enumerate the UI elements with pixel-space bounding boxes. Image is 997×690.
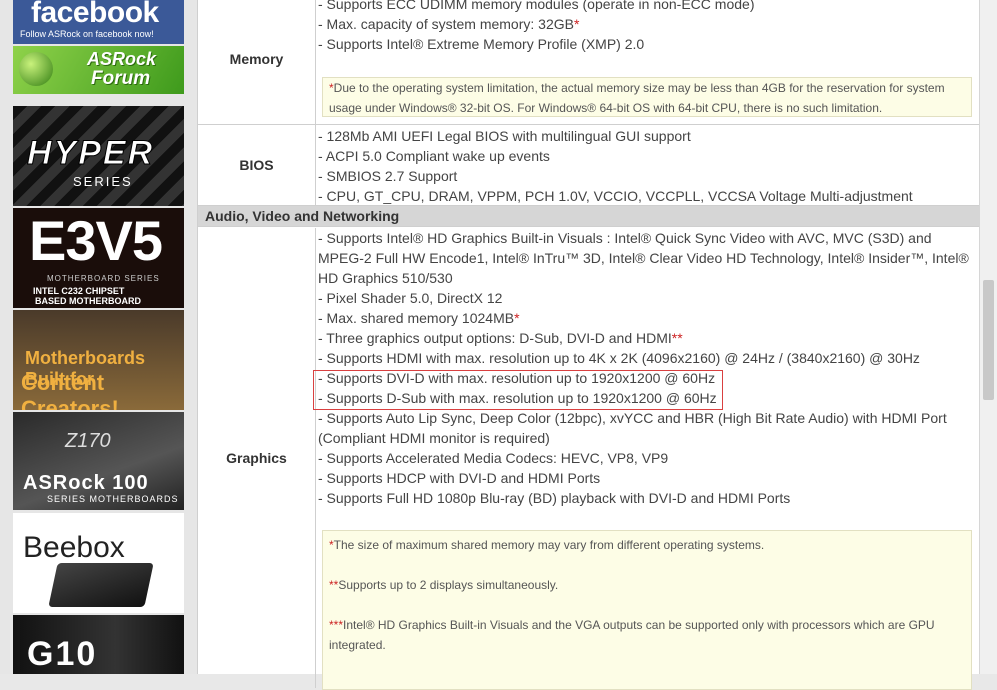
forum-label: Forum [91, 68, 151, 89]
footnote-star: * [573, 16, 580, 32]
e3v5-series: MOTHERBOARD SERIES [47, 274, 160, 283]
memory-values: - Supports ECC UDIMM memory modules (ope… [316, 0, 980, 124]
facebook-subtitle: Follow ASRock on facebook now! [20, 29, 154, 39]
z170-subtitle: SERIES MOTHERBOARDS [47, 494, 179, 504]
bios-values: - 128Mb AMI UEFI Legal BIOS with multili… [316, 125, 980, 205]
graphics-note-3: ***Intel® HD Graphics Built-in Visuals a… [329, 618, 935, 632]
bios-row: BIOS - 128Mb AMI UEFI Legal BIOS with mu… [198, 125, 980, 206]
graphics-line: (Compliant HDMI monitor is required) [318, 430, 550, 446]
e3v5-banner[interactable]: E3V5 MOTHERBOARD SERIES INTEL C232 CHIPS… [13, 208, 184, 308]
graphics-line: - Supports HDMI with max. resolution up … [318, 350, 920, 366]
e3v5-chipset: INTEL C232 CHIPSET [33, 286, 125, 296]
memory-note-line1: *Due to the operating system limitation,… [329, 81, 945, 95]
scrollbar-thumb[interactable] [983, 280, 994, 400]
spec-table: Memory - Supports ECC UDIMM memory modul… [197, 0, 981, 690]
e3v5-title: E3V5 [29, 209, 163, 272]
bios-line: - ACPI 5.0 Compliant wake up events [318, 148, 550, 164]
content-line2: Content Creators! [21, 370, 119, 410]
graphics-line: - Supports HDCP with DVI-D and HDMI Port… [318, 470, 601, 486]
graphics-line: - Supports Intel® HD Graphics Built-in V… [318, 230, 932, 246]
z170-banner[interactable]: Z170 ASRock 100 SERIES MOTHERBOARDS [13, 412, 184, 510]
memory-label: Memory [198, 0, 316, 124]
graphics-row: Graphics - Supports Intel® HD Graphics B… [198, 228, 980, 690]
highlight-box [313, 370, 723, 410]
memory-line: - Supports ECC UDIMM memory modules (ope… [318, 0, 755, 12]
left-sidebar: facebook Follow ASRock on facebook now! … [0, 0, 197, 674]
graphics-note-3-cont: integrated. [329, 638, 386, 652]
beebox-title: Beebox [23, 531, 125, 564]
g10-title: G10 [27, 635, 98, 673]
bios-line: - 128Mb AMI UEFI Legal BIOS with multili… [318, 128, 691, 144]
graphics-note-2: **Supports up to 2 displays simultaneous… [329, 578, 559, 592]
section-audio-video-networking: Audio, Video and Networking [198, 206, 980, 227]
memory-line: - Supports Intel® Extreme Memory Profile… [318, 36, 645, 52]
facebook-logo-text: facebook [31, 0, 159, 29]
forum-brand: ASRock [87, 49, 157, 69]
e3v5-based: BASED MOTHERBOARD [35, 296, 142, 306]
memory-note-line2: usage under Windows® 32-bit OS. For Wind… [329, 101, 883, 115]
g10-banner[interactable]: G10 [13, 615, 184, 674]
facebook-banner[interactable]: facebook Follow ASRock on facebook now! [13, 0, 184, 44]
graphics-line: - Supports Accelerated Media Codecs: HEV… [318, 450, 669, 466]
graphics-line: - Pixel Shader 5.0, DirectX 12 [318, 290, 503, 306]
graphics-note-1: *The size of maximum shared memory may v… [329, 538, 765, 552]
footnote-star: ** [671, 330, 683, 346]
content-creators-banner[interactable]: Motherboards Built for Content Creators! [13, 310, 184, 410]
memory-footnote: *Due to the operating system limitation,… [322, 77, 972, 117]
graphics-label: Graphics [198, 228, 316, 688]
z170-title: ASRock 100 [23, 472, 149, 494]
z170-chip: Z170 [65, 430, 111, 452]
note-spacer [329, 595, 965, 615]
hyper-subtitle: SERIES [73, 174, 133, 189]
note-spacer [329, 555, 965, 575]
bios-line: - CPU, GT_CPU, DRAM, VPPM, PCH 1.0V, VCC… [318, 188, 913, 204]
graphics-line: - Supports Auto Lip Sync, Deep Color (12… [318, 410, 947, 426]
graphics-line: - Three graphics output options: D-Sub, … [318, 330, 683, 346]
graphics-line: MPEG-2 Full HW Encode1, Intel® InTru™ 3D… [318, 250, 969, 266]
memory-row: Memory - Supports ECC UDIMM memory modul… [198, 0, 980, 125]
beebox-device-image [48, 563, 154, 607]
page-scrollbar[interactable] [979, 0, 997, 674]
graphics-line: - Max. shared memory 1024MB* [318, 310, 520, 326]
globe-icon [19, 52, 53, 86]
hyper-series-banner[interactable]: HYPER SERIES [13, 106, 184, 206]
graphics-footnotes: *The size of maximum shared memory may v… [322, 530, 972, 690]
bios-line: - SMBIOS 2.7 Support [318, 168, 458, 184]
asrock-forum-banner[interactable]: ASRock Forum [13, 46, 184, 94]
memory-line: - Max. capacity of system memory: 32GB* [318, 16, 580, 32]
footnote-star: * [514, 310, 520, 326]
graphics-values: - Supports Intel® HD Graphics Built-in V… [316, 228, 980, 690]
hyper-title: HYPER [26, 134, 155, 173]
bios-label: BIOS [198, 125, 316, 205]
graphics-line: - Supports Full HD 1080p Blu-ray (BD) pl… [318, 490, 791, 506]
beebox-banner[interactable]: Beebox [13, 513, 184, 613]
graphics-line: HD Graphics 510/530 [318, 270, 453, 286]
